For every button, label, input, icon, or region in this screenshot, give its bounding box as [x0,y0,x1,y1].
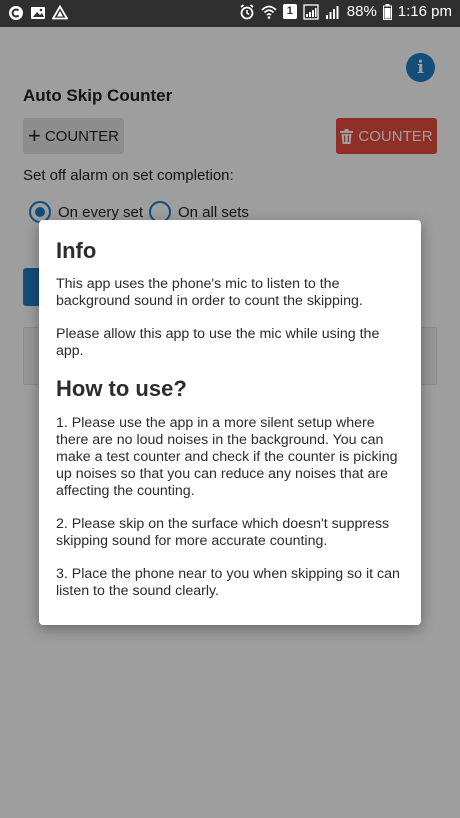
sim-badge: 1 [282,4,297,19]
battery-icon [382,3,392,20]
battery-percent: 88% [346,3,377,20]
status-system-icons: 1 88% 1:16 pm [239,3,452,20]
how-to-step-1: 1. Please use the app in a more silent s… [56,415,398,499]
status-notification-icons [8,5,68,21]
signal-strength-icon [303,3,319,20]
how-to-step-2: 2. Please skip on the surface which does… [56,516,390,549]
drive-icon [52,5,68,20]
image-icon [31,7,45,19]
info-paragraph-permission: Please allow this app to use the mic whi… [56,326,380,359]
wifi-icon [261,5,277,19]
signal-bars-icon [325,5,339,19]
alarm-icon [240,3,254,19]
info-heading: Info [56,238,97,263]
how-to-use-heading: How to use? [56,376,187,401]
info-paragraph-mic: This app uses the phone's mic to listen … [56,276,363,309]
clock: 1:16 pm [397,3,452,20]
app-notification-icon [9,6,23,20]
info-dialog: Info This app uses the phone's mic to li… [39,220,421,625]
how-to-step-3: 3. Place the phone near to you when skip… [56,566,400,599]
status-bar: 1 88% 1:16 pm [0,0,460,27]
